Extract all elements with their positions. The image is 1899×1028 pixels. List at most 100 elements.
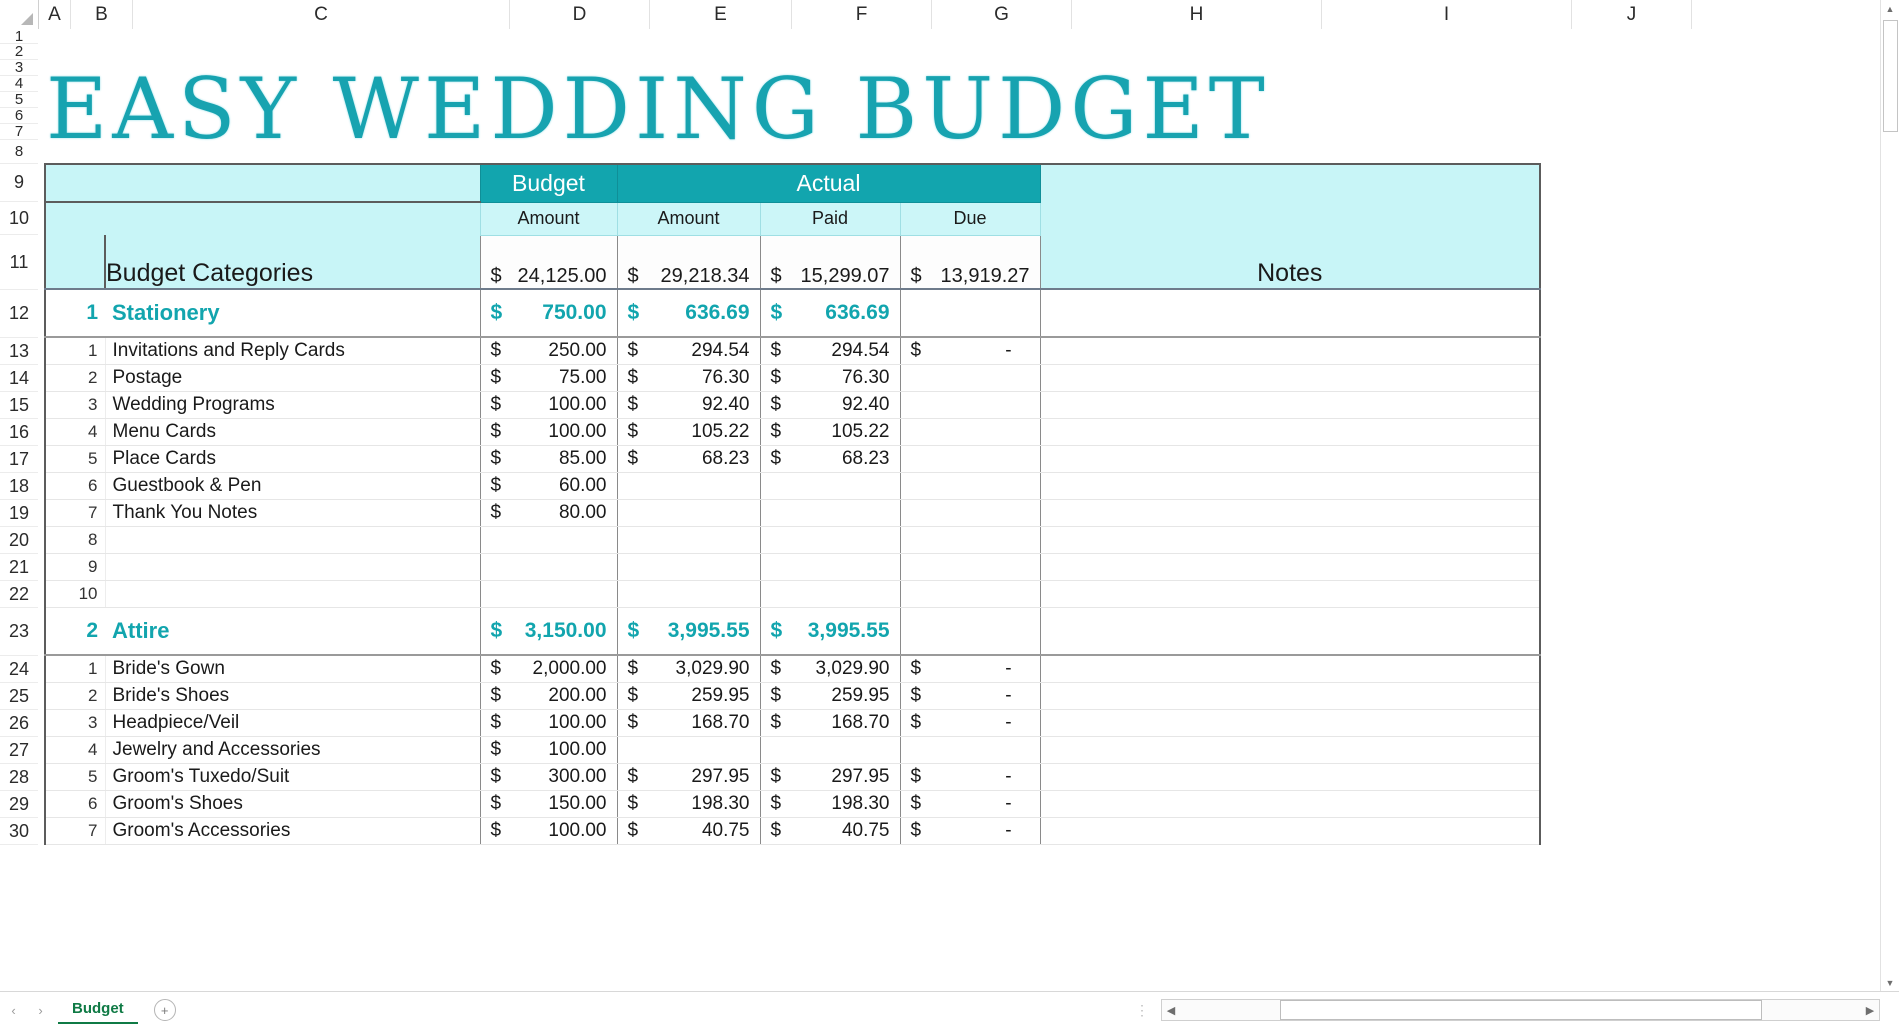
item-due[interactable]: $ - bbox=[899, 655, 1041, 683]
item-name[interactable]: Invitations and Reply Cards bbox=[105, 337, 480, 365]
row-header-6[interactable]: 6 bbox=[0, 107, 38, 124]
category-number[interactable]: 2 bbox=[44, 606, 105, 656]
item-paid[interactable] bbox=[759, 526, 901, 554]
item-row[interactable]: 5 Place Cards $85.00 $68.23 $68.23 bbox=[44, 445, 1542, 473]
item-number[interactable]: 1 bbox=[44, 655, 106, 683]
item-number[interactable]: 3 bbox=[44, 709, 106, 737]
row-header-4[interactable]: 4 bbox=[0, 75, 38, 92]
item-number[interactable]: 2 bbox=[44, 364, 106, 392]
scroll-right-icon[interactable]: ▶ bbox=[1861, 1004, 1879, 1017]
item-budget-amount[interactable]: $80.00 bbox=[479, 499, 618, 527]
category-paid[interactable]: $636.69 bbox=[759, 288, 901, 338]
item-due[interactable] bbox=[899, 391, 1041, 419]
item-name[interactable]: Groom's Shoes bbox=[105, 790, 480, 818]
item-row[interactable]: 5 Groom's Tuxedo/Suit $300.00 $297.95 $297.9… bbox=[44, 763, 1542, 791]
item-paid[interactable]: $68.23 bbox=[759, 445, 901, 473]
item-actual-amount[interactable]: $3,029.90 bbox=[616, 655, 761, 683]
item-number[interactable]: 8 bbox=[44, 526, 106, 554]
item-due[interactable] bbox=[899, 736, 1041, 764]
add-sheet-icon[interactable]: + bbox=[153, 999, 176, 1021]
item-row[interactable]: 7 Thank You Notes $80.00 bbox=[44, 499, 1542, 527]
item-row[interactable]: 8 bbox=[44, 526, 1542, 554]
item-name[interactable]: Place Cards bbox=[105, 445, 480, 473]
item-notes[interactable] bbox=[1040, 817, 1542, 845]
item-due[interactable]: $ - bbox=[899, 682, 1041, 710]
item-due[interactable]: $ - bbox=[899, 709, 1041, 737]
row-header-30[interactable]: 30 bbox=[0, 818, 38, 845]
row-header-28[interactable]: 28 bbox=[0, 764, 38, 791]
item-budget-amount[interactable]: $250.00 bbox=[479, 337, 618, 365]
item-notes[interactable] bbox=[1040, 418, 1542, 446]
item-notes[interactable] bbox=[1040, 736, 1542, 764]
item-paid[interactable]: $297.95 bbox=[759, 763, 901, 791]
item-name[interactable]: Bride's Gown bbox=[105, 655, 480, 683]
item-actual-amount[interactable] bbox=[616, 580, 761, 608]
item-row[interactable]: 2 Bride's Shoes $200.00 $259.95 $259.95 $ - bbox=[44, 682, 1542, 710]
scroll-down-icon[interactable]: ▼ bbox=[1881, 974, 1899, 992]
item-paid[interactable]: $294.54 bbox=[759, 337, 901, 365]
sheet-nav-arrows[interactable]: ‹ › bbox=[0, 1003, 54, 1018]
category-notes[interactable] bbox=[1040, 288, 1542, 338]
column-header-a[interactable]: A bbox=[39, 0, 71, 29]
item-notes[interactable] bbox=[1040, 526, 1542, 554]
item-actual-amount[interactable] bbox=[616, 553, 761, 581]
item-actual-amount[interactable]: $105.22 bbox=[616, 418, 761, 446]
category-due[interactable] bbox=[899, 288, 1041, 338]
item-due[interactable]: $ - bbox=[899, 817, 1041, 845]
item-actual-amount[interactable]: $259.95 bbox=[616, 682, 761, 710]
item-number[interactable]: 5 bbox=[44, 445, 106, 473]
scroll-left-icon[interactable]: ◀ bbox=[1162, 1004, 1180, 1017]
item-number[interactable]: 7 bbox=[44, 817, 106, 845]
item-budget-amount[interactable]: $100.00 bbox=[479, 709, 618, 737]
item-actual-amount[interactable]: $76.30 bbox=[616, 364, 761, 392]
item-number[interactable]: 1 bbox=[44, 337, 106, 365]
row-header-13[interactable]: 13 bbox=[0, 338, 38, 365]
item-notes[interactable] bbox=[1040, 472, 1542, 500]
item-name[interactable] bbox=[105, 580, 480, 608]
item-paid[interactable]: $198.30 bbox=[759, 790, 901, 818]
item-actual-amount[interactable]: $92.40 bbox=[616, 391, 761, 419]
item-actual-amount[interactable]: $297.95 bbox=[616, 763, 761, 791]
item-row[interactable]: 7 Groom's Accessories $100.00 $40.75 $40.75 $… bbox=[44, 817, 1542, 845]
item-notes[interactable] bbox=[1040, 709, 1542, 737]
row-header-12[interactable]: 12 bbox=[0, 290, 38, 338]
sheet-grid[interactable]: EASY WEDDING BUDGET Budget Actual Amount bbox=[38, 29, 1881, 992]
item-paid[interactable]: $40.75 bbox=[759, 817, 901, 845]
item-name[interactable]: Wedding Programs bbox=[105, 391, 480, 419]
item-actual-amount[interactable] bbox=[616, 499, 761, 527]
item-actual-amount[interactable] bbox=[616, 472, 761, 500]
item-number[interactable]: 9 bbox=[44, 553, 106, 581]
item-name[interactable]: Groom's Tuxedo/Suit bbox=[105, 763, 480, 791]
item-paid[interactable]: $92.40 bbox=[759, 391, 901, 419]
item-row[interactable]: 1 Bride's Gown $2,000.00 $3,029.90 $3,029.90… bbox=[44, 655, 1542, 683]
item-name[interactable]: Bride's Shoes bbox=[105, 682, 480, 710]
category-actual-amount[interactable]: $636.69 bbox=[616, 288, 761, 338]
column-header-f[interactable]: F bbox=[792, 0, 932, 29]
row-header-9[interactable]: 9 bbox=[0, 164, 38, 202]
row-header-1[interactable]: 1 bbox=[0, 29, 38, 45]
item-budget-amount[interactable]: $100.00 bbox=[479, 418, 618, 446]
item-name[interactable] bbox=[105, 526, 480, 554]
item-name[interactable]: Groom's Accessories bbox=[105, 817, 480, 845]
column-header-d[interactable]: D bbox=[510, 0, 650, 29]
item-paid[interactable]: $3,029.90 bbox=[759, 655, 901, 683]
item-actual-amount[interactable] bbox=[616, 736, 761, 764]
row-header-18[interactable]: 18 bbox=[0, 473, 38, 500]
category-budget-amount[interactable]: $750.00 bbox=[479, 288, 618, 338]
row-header-2[interactable]: 2 bbox=[0, 43, 38, 60]
row-header-25[interactable]: 25 bbox=[0, 683, 38, 710]
row-header-8[interactable]: 8 bbox=[0, 140, 38, 164]
item-name[interactable]: Headpiece/Veil bbox=[105, 709, 480, 737]
item-name[interactable]: Menu Cards bbox=[105, 418, 480, 446]
item-row[interactable]: 1 Invitations and Reply Cards $250.00 $294.… bbox=[44, 337, 1542, 365]
item-due[interactable] bbox=[899, 472, 1041, 500]
row-header-20[interactable]: 20 bbox=[0, 527, 38, 554]
row-header-17[interactable]: 17 bbox=[0, 446, 38, 473]
nav-prev-icon[interactable]: ‹ bbox=[11, 1003, 15, 1018]
item-notes[interactable] bbox=[1040, 553, 1542, 581]
item-row[interactable]: 6 Groom's Shoes $150.00 $198.30 $198.30 $ - bbox=[44, 790, 1542, 818]
row-header-19[interactable]: 19 bbox=[0, 500, 38, 527]
item-budget-amount[interactable]: $200.00 bbox=[479, 682, 618, 710]
category-due[interactable] bbox=[899, 606, 1041, 656]
item-budget-amount[interactable]: $85.00 bbox=[479, 445, 618, 473]
